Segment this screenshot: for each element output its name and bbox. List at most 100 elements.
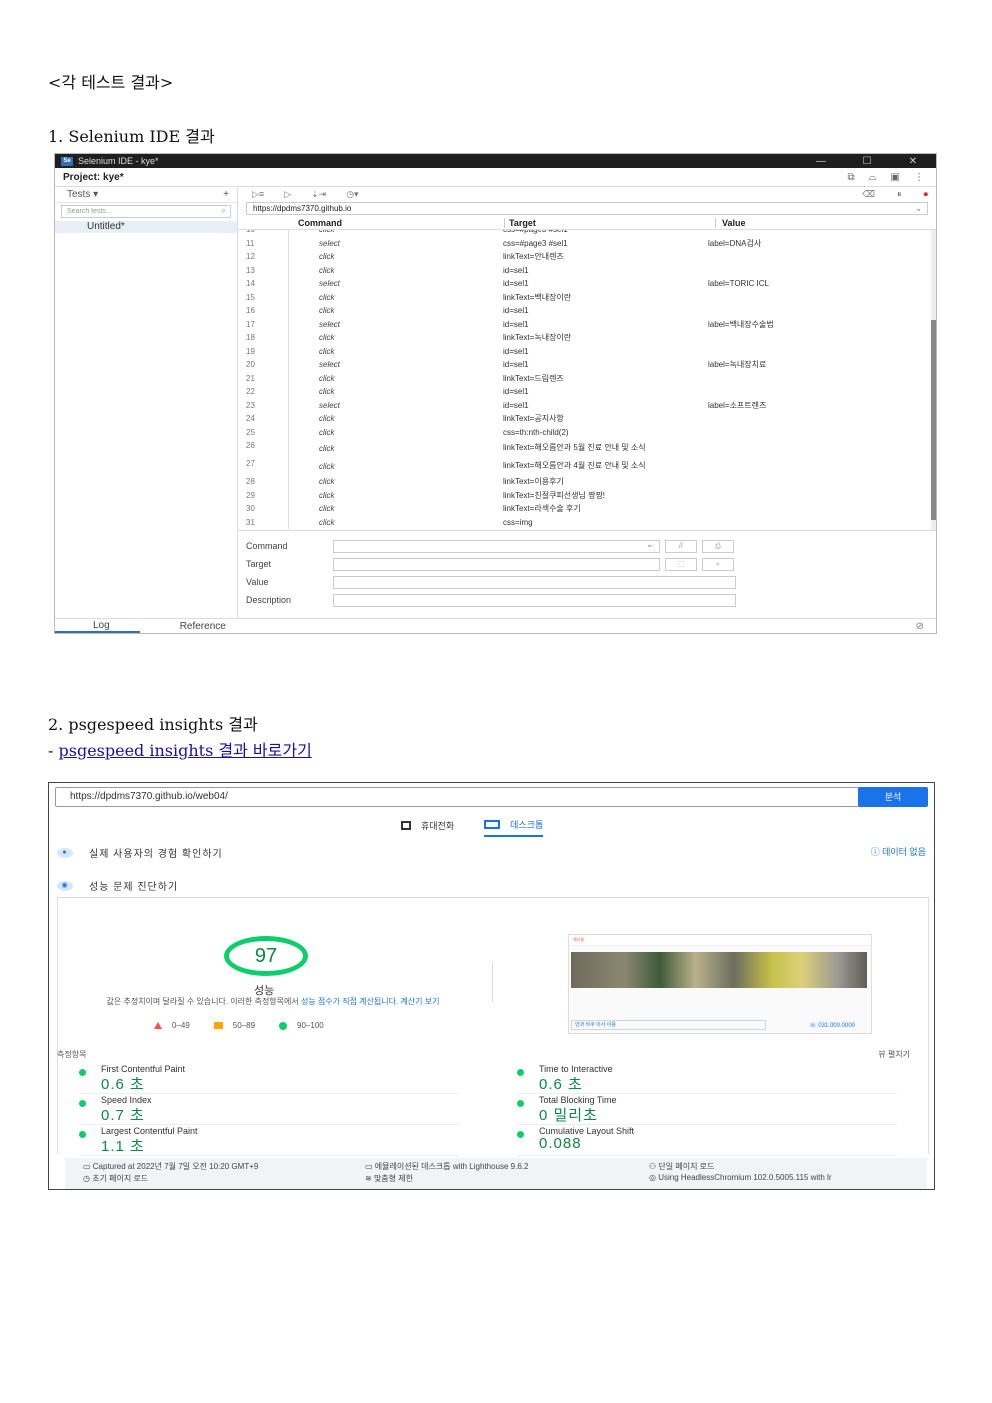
pass-circle-icon (517, 1100, 524, 1107)
url-input[interactable]: https://dpdms7370.github.io/web04/ (55, 787, 859, 807)
row-number: 16 (238, 304, 289, 318)
command-row[interactable]: 12 click linkText=안내렌즈 (238, 250, 936, 264)
command-row[interactable]: 11 select css=#page3 #sel1 label=DNA검사 (238, 236, 936, 250)
row-number: 24 (238, 412, 289, 426)
command-row[interactable]: 13 click id=sel1 (238, 263, 936, 277)
select-target-icon[interactable]: ⬚ (665, 557, 697, 571)
breakpoints-icon[interactable]: ⌫ (862, 189, 875, 200)
metric-fcp: First Contentful Paint 0.6 초 (79, 1063, 459, 1094)
command-row[interactable]: 14 select id=sel1 label=TORIC ICL (238, 277, 936, 291)
command-row[interactable]: 28 click linkText=이용후기 (238, 475, 936, 489)
test-editor-pane: ▷≡ ▷ ⇣⇥ ◷▾ ⌫ ⏸ ⏺ https://dpdms7370.githu… (238, 187, 936, 619)
row-target: linkText=친절쿠피선생님 짱짱! (503, 490, 606, 500)
emulated-device: ▭ 에뮬레이션된 데스크톱 with Lighthouse 9.6.2 (365, 1161, 528, 1172)
save-project-icon[interactable]: ▣ (891, 172, 900, 183)
command-row[interactable]: 18 click linkText=녹내장이란 (238, 331, 936, 345)
command-row[interactable]: 23 select id=sel1 label=소프트렌즈 (238, 398, 936, 412)
row-command: click (319, 306, 335, 316)
pagespeed-result-link[interactable]: psgespeed insights 결과 바로가기 (59, 741, 312, 760)
minimize-button[interactable]: — (798, 156, 844, 167)
more-menu-icon[interactable]: ⋮ (914, 172, 924, 183)
record-icon[interactable]: ⏺ (923, 189, 928, 200)
legend-fail: 0–49 (172, 1021, 190, 1030)
tab-mobile[interactable]: 휴대전화 (401, 818, 454, 837)
score-calc-link[interactable]: 성능 점수가 직접 계산됩니다. (301, 997, 398, 1006)
row-target: id=sel1 (503, 279, 529, 289)
command-row[interactable]: 29 click linkText=친절쿠피선생님 짱짱! (238, 488, 936, 502)
command-row[interactable]: 19 click id=sel1 (238, 344, 936, 358)
command-row[interactable]: 24 click linkText=공지사항 (238, 412, 936, 426)
new-project-icon[interactable]: ⧉ (847, 172, 854, 183)
target-input[interactable] (333, 557, 660, 571)
command-row[interactable]: 15 click linkText=백내장이란 (238, 290, 936, 304)
row-target: linkText=녹내장이란 (503, 333, 572, 343)
row-command: click (289, 230, 503, 234)
open-project-icon[interactable]: ⌓ (869, 172, 877, 183)
command-row[interactable]: 20 select id=sel1 label=녹내장치료 (238, 358, 936, 372)
row-target: css=#page3 #sel1 (503, 238, 568, 248)
performance-score-gauge: 97 (224, 936, 308, 976)
close-button[interactable]: ✕ (890, 156, 936, 167)
base-url-field[interactable]: https://dpdms7370.github.io ⌄ (246, 202, 928, 215)
expand-view-toggle[interactable]: 뷰 펼치기 (878, 1049, 910, 1060)
link-prefix: - (48, 741, 59, 760)
scrollbar-thumb[interactable] (931, 320, 936, 520)
final-screenshot-thumbnail: 해오름 안과 비쿠 의사 이용 ☏ 031.000.0000 (568, 934, 872, 1034)
row-command: click (319, 490, 335, 500)
row-number: 30 (238, 502, 289, 516)
column-command: Command (298, 218, 343, 228)
search-icon: ⌕ (221, 206, 226, 215)
run-current-test-icon[interactable]: ▷ (284, 189, 291, 200)
tab-reference[interactable]: Reference (140, 621, 254, 632)
clear-log-icon[interactable]: ⊘ (916, 621, 936, 632)
command-select[interactable]: ⌄ (333, 539, 660, 553)
row-number: 31 (238, 515, 289, 529)
value-input[interactable] (333, 575, 736, 589)
description-input[interactable] (333, 593, 736, 607)
run-all-tests-icon[interactable]: ▷≡ (252, 189, 264, 200)
tab-desktop[interactable]: 데스크톱 (484, 818, 544, 837)
command-row[interactable]: 16 click id=sel1 (238, 304, 936, 318)
command-row[interactable]: 26 click linkText=해오름안과 5월 진료 안내 및 소식 (238, 439, 936, 457)
row-target: id=sel1 (503, 306, 529, 316)
calculator-link[interactable]: 계산기 보기 (400, 997, 439, 1006)
test-sidebar: Tests ▾ + Search tests... ⌕ Untitled* (55, 187, 238, 619)
command-row[interactable]: 17 select id=sel1 label=백내장수술법 (238, 317, 936, 331)
row-command: click (319, 461, 335, 471)
search-tests-input[interactable]: Search tests... ⌕ (61, 205, 231, 218)
analyze-button[interactable]: 분석 (858, 787, 928, 807)
pause-exceptions-icon[interactable]: ⏸ (897, 189, 902, 200)
log-panel-tabs: Log Reference ⊘ (55, 618, 936, 633)
tab-desktop-label: 데스크톱 (510, 820, 544, 830)
base-url-value: https://dpdms7370.github.io (253, 204, 352, 213)
command-row[interactable]: 31 click css=img (238, 515, 936, 529)
command-row[interactable]: 22 click id=sel1 (238, 385, 936, 399)
row-command: select (319, 279, 340, 289)
add-test-button[interactable]: + (223, 189, 229, 200)
device-tabs: 휴대전화 데스크톱 (401, 818, 544, 837)
table-scrollbar[interactable] (931, 230, 936, 530)
user-agent: ◎ Using HeadlessChromium 102.0.5005.115 … (649, 1173, 831, 1182)
row-number: 19 (238, 344, 289, 358)
test-item-untitled[interactable]: Untitled* (55, 221, 237, 233)
metric-value: 0 밀리초 (539, 1107, 598, 1124)
command-row[interactable]: 27 click linkText=해오름안과 4월 진료 안내 및 소식 (238, 457, 936, 475)
tests-dropdown[interactable]: Tests ▾ (67, 189, 98, 200)
field-data-title: 실제 사용자의 경험 확인하기 (89, 849, 223, 860)
row-target: linkText=해오름안과 5월 진료 안내 및 소식 (503, 443, 646, 452)
find-target-icon[interactable]: ⌕ (702, 557, 734, 571)
step-over-icon[interactable]: ⇣⇥ (311, 189, 326, 200)
legend-average: 50–89 (232, 1021, 256, 1030)
command-row[interactable]: 21 click linkText=드림렌즈 (238, 371, 936, 385)
speed-icon[interactable]: ◷▾ (346, 189, 358, 200)
row-target: linkText=라섹수술 후기 (503, 504, 581, 514)
command-row[interactable]: 30 click linkText=라섹수술 후기 (238, 502, 936, 516)
comment-button[interactable]: // (665, 539, 697, 553)
open-reference-icon[interactable]: ⎙ (702, 539, 734, 553)
tab-log[interactable]: Log (55, 620, 140, 633)
command-row[interactable]: 25 click css=th:nth-child(2) (238, 425, 936, 439)
selenium-logo-icon: Se (61, 156, 73, 166)
maximize-button[interactable]: ☐ (844, 156, 890, 167)
captured-text: Captured at 2022년 7월 7일 오전 10:20 GMT+9 (92, 1162, 259, 1171)
lab-data-section-title: ◉ 성능 문제 진단하기 (57, 878, 178, 893)
